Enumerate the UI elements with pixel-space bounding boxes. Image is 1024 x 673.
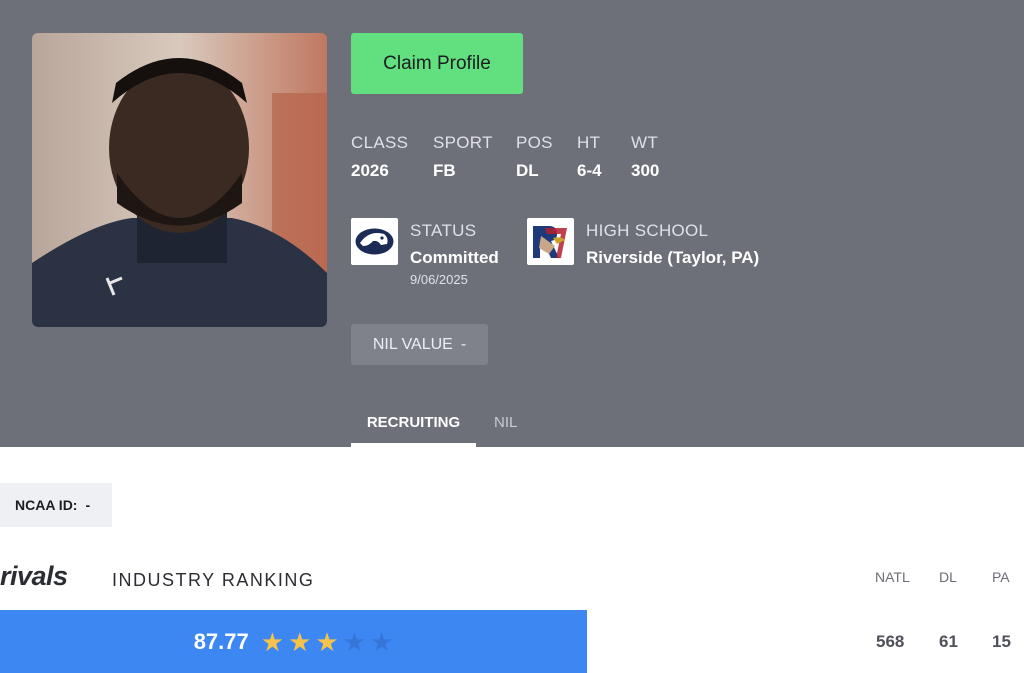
rating-score: 87.77 <box>193 628 249 654</box>
stat-label: WT <box>631 133 659 152</box>
tab-recruiting[interactable]: RECRUITING <box>351 414 476 431</box>
stat-pos: POS DL <box>516 133 553 181</box>
star-empty-icon: ★ <box>342 626 366 657</box>
star-filled-icon: ★ <box>315 626 339 657</box>
player-photo <box>32 33 327 327</box>
stat-ht: HT 6-4 <box>577 133 602 181</box>
commit-date: 9/06/2025 <box>410 272 468 287</box>
rank-header-natl: NATL <box>875 569 910 585</box>
nil-value-amount: - <box>460 335 467 353</box>
stat-value: DL <box>516 161 539 180</box>
stat-value: 6-4 <box>577 161 602 180</box>
rank-value-natl: 568 <box>876 632 905 651</box>
rank-value-state: 15 <box>992 632 1011 651</box>
nil-value-button[interactable]: NIL VALUE - <box>351 324 488 365</box>
high-school-value[interactable]: Riverside (Taylor, PA) <box>586 248 759 268</box>
rating-bar: 87.77 ★ ★ ★ ★ ★ <box>0 610 587 673</box>
stat-label: HT <box>577 133 601 152</box>
rivals-logo: rivals <box>0 561 68 591</box>
rank-value-position: 61 <box>939 632 958 651</box>
star-rating: ★ ★ ★ ★ ★ <box>261 629 394 655</box>
tab-nil[interactable]: NIL <box>494 414 517 431</box>
rank-header-state: PA <box>992 569 1010 585</box>
penn-state-logo-icon[interactable] <box>351 218 398 265</box>
stat-value: 2026 <box>351 161 389 180</box>
high-school-label: HIGH SCHOOL <box>586 221 709 240</box>
stat-label: CLASS <box>351 133 409 152</box>
status-value: Committed <box>410 248 499 267</box>
profile-header: Claim Profile CLASS 2026 SPORT FB POS DL… <box>0 0 1024 447</box>
stat-label: POS <box>516 133 553 152</box>
stat-sport: SPORT FB <box>433 133 493 181</box>
active-tab-indicator <box>351 443 476 447</box>
stat-label: SPORT <box>433 133 493 152</box>
claim-profile-button[interactable]: Claim Profile <box>351 33 523 94</box>
ncaa-id-value: - <box>85 497 91 513</box>
star-filled-icon: ★ <box>260 626 285 657</box>
stat-value: FB <box>433 161 456 180</box>
riverside-logo-icon[interactable] <box>527 218 574 265</box>
ncaa-id: NCAA ID: - <box>0 483 112 527</box>
status-label: STATUS <box>410 221 477 240</box>
ncaa-id-label: NCAA ID: <box>15 497 78 513</box>
star-empty-icon: ★ <box>370 626 394 657</box>
ranking-title: INDUSTRY RANKING <box>112 570 315 590</box>
nil-value-label: NIL VALUE <box>372 335 453 353</box>
stat-wt: WT 300 <box>631 133 659 181</box>
rank-header-position: DL <box>939 569 957 585</box>
stat-class: CLASS 2026 <box>351 133 408 181</box>
star-filled-icon: ★ <box>288 626 312 657</box>
stat-value: 300 <box>631 161 660 180</box>
